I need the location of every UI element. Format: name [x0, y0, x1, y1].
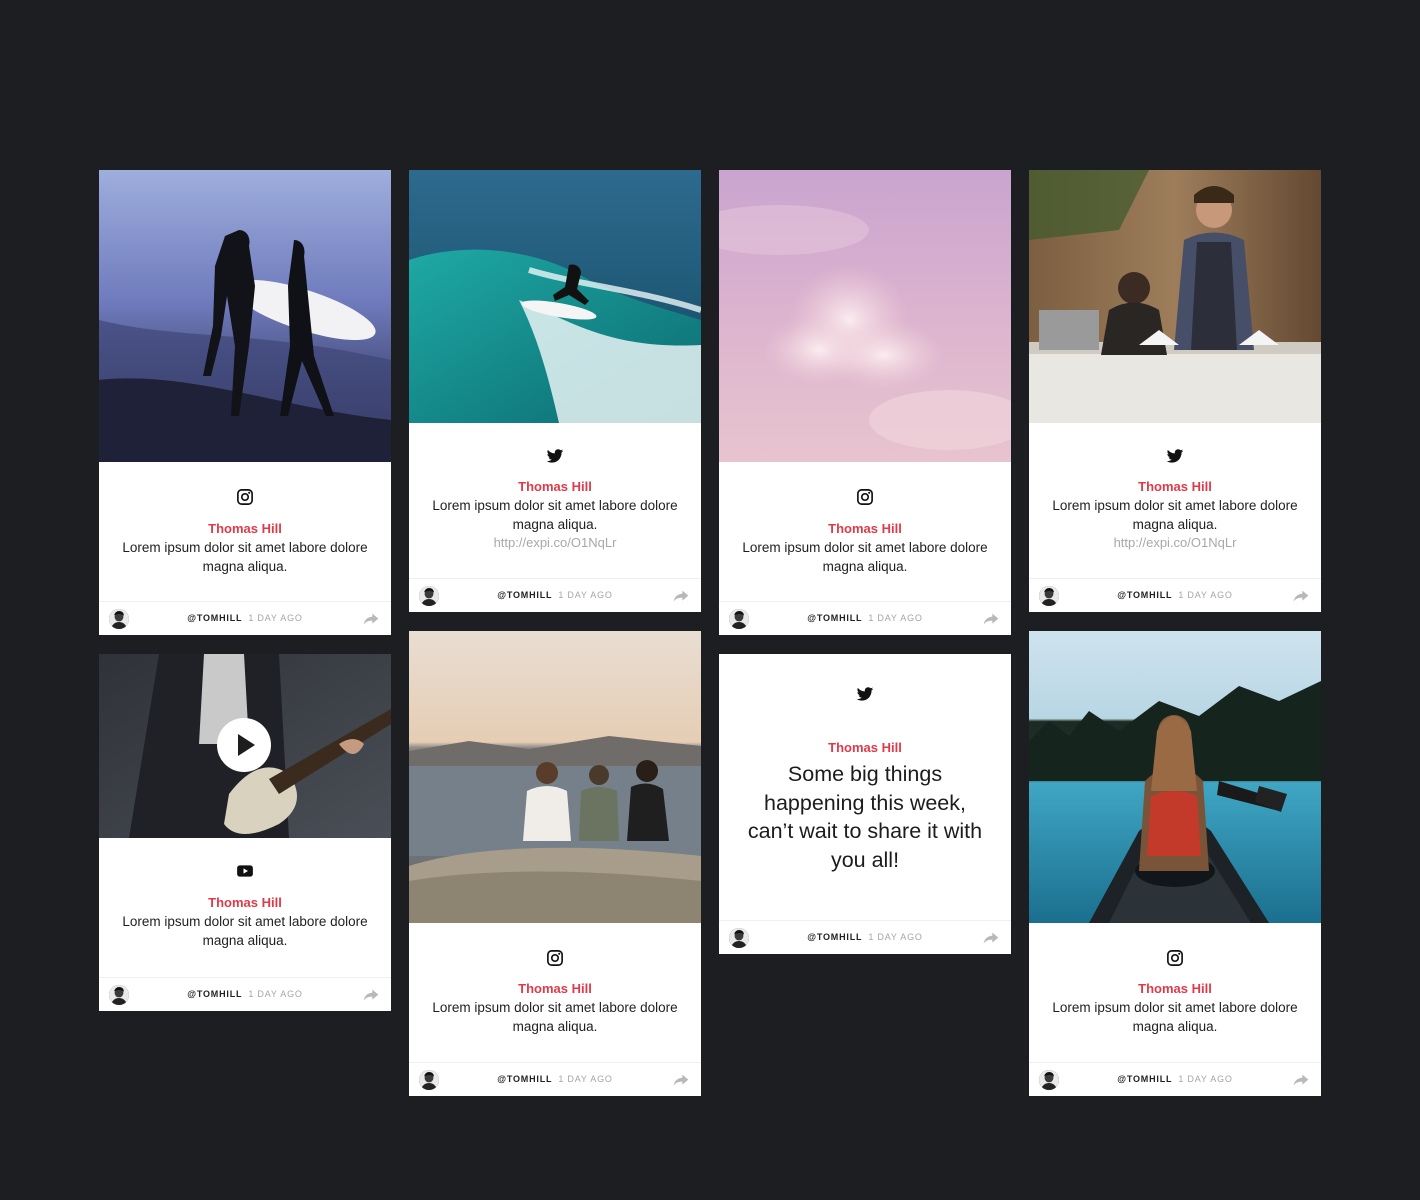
- post-meta: @TOMHILL 1 DAY AGO: [99, 613, 391, 623]
- card-image[interactable]: [1029, 631, 1321, 923]
- user-handle[interactable]: @TOMHILL: [187, 613, 242, 623]
- card-body: Thomas Hill Lorem ipsum dolor sit amet l…: [409, 923, 701, 1062]
- author-name[interactable]: Thomas Hill: [1029, 981, 1321, 996]
- author-name[interactable]: Thomas Hill: [409, 981, 701, 996]
- post-link[interactable]: http://expi.co/O1NqLr: [1029, 535, 1321, 550]
- twitter-icon[interactable]: [546, 447, 564, 465]
- user-handle[interactable]: @TOMHILL: [497, 1074, 552, 1084]
- card-body: Thomas Hill Lorem ipsum dolor sit amet l…: [409, 423, 701, 578]
- user-handle[interactable]: @TOMHILL: [807, 613, 862, 623]
- instagram-icon[interactable]: [546, 949, 564, 967]
- play-button[interactable]: [217, 718, 271, 772]
- share-icon[interactable]: [983, 612, 999, 626]
- feed-card[interactable]: Thomas Hill Lorem ipsum dolor sit amet l…: [409, 631, 701, 1096]
- post-time: 1 DAY AGO: [558, 1074, 613, 1084]
- author-name[interactable]: Thomas Hill: [1029, 479, 1321, 494]
- card-footer: @TOMHILL 1 DAY AGO: [719, 601, 1011, 635]
- card-image[interactable]: [409, 170, 701, 423]
- card-body: Thomas Hill Lorem ipsum dolor sit amet l…: [1029, 423, 1321, 578]
- card-footer: @TOMHILL 1 DAY AGO: [1029, 578, 1321, 612]
- post-text: Lorem ipsum dolor sit amet labore dolore…: [122, 540, 368, 574]
- feed-card[interactable]: Thomas Hill Lorem ipsum dolor sit amet l…: [1029, 170, 1321, 612]
- user-handle[interactable]: @TOMHILL: [1117, 1074, 1172, 1084]
- user-handle[interactable]: @TOMHILL: [187, 989, 242, 999]
- share-icon[interactable]: [673, 1073, 689, 1087]
- instagram-icon[interactable]: [1166, 949, 1184, 967]
- post-time: 1 DAY AGO: [868, 932, 923, 942]
- share-icon[interactable]: [1293, 1073, 1309, 1087]
- author-name[interactable]: Thomas Hill: [719, 521, 1011, 536]
- post-meta: @TOMHILL 1 DAY AGO: [409, 590, 701, 600]
- post-time: 1 DAY AGO: [1178, 590, 1233, 600]
- video-thumbnail[interactable]: [99, 654, 391, 838]
- feed-card[interactable]: Thomas Hill Some big things happening th…: [719, 654, 1011, 954]
- author-name[interactable]: Thomas Hill: [719, 740, 1011, 755]
- card-footer: @TOMHILL 1 DAY AGO: [409, 578, 701, 612]
- youtube-icon[interactable]: [236, 862, 254, 880]
- user-handle[interactable]: @TOMHILL: [1117, 590, 1172, 600]
- share-icon[interactable]: [363, 612, 379, 626]
- feed-card[interactable]: Thomas Hill Lorem ipsum dolor sit amet l…: [409, 170, 701, 612]
- card-body: Thomas Hill Lorem ipsum dolor sit amet l…: [99, 838, 391, 977]
- post-text: Lorem ipsum dolor sit amet labore dolore…: [1052, 498, 1298, 532]
- user-handle[interactable]: @TOMHILL: [497, 590, 552, 600]
- post-meta: @TOMHILL 1 DAY AGO: [409, 1074, 701, 1084]
- card-image[interactable]: [99, 170, 391, 462]
- post-link[interactable]: http://expi.co/O1NqLr: [409, 535, 701, 550]
- post-text: Lorem ipsum dolor sit amet labore dolore…: [122, 914, 368, 948]
- post-meta: @TOMHILL 1 DAY AGO: [719, 932, 1011, 942]
- instagram-icon[interactable]: [856, 488, 874, 506]
- card-image[interactable]: [409, 631, 701, 923]
- feed-card[interactable]: Thomas Hill Lorem ipsum dolor sit amet l…: [99, 654, 391, 1011]
- author-name[interactable]: Thomas Hill: [99, 895, 391, 910]
- card-image[interactable]: [719, 170, 1011, 462]
- card-footer: @TOMHILL 1 DAY AGO: [99, 977, 391, 1011]
- post-text: Lorem ipsum dolor sit amet labore dolore…: [1052, 1000, 1298, 1034]
- post-time: 1 DAY AGO: [868, 613, 923, 623]
- share-icon[interactable]: [363, 988, 379, 1002]
- feed-card[interactable]: Thomas Hill Lorem ipsum dolor sit amet l…: [99, 170, 391, 635]
- card-footer: @TOMHILL 1 DAY AGO: [1029, 1062, 1321, 1096]
- post-time: 1 DAY AGO: [1178, 1074, 1233, 1084]
- instagram-icon[interactable]: [236, 488, 254, 506]
- card-image[interactable]: [1029, 170, 1321, 423]
- card-body: Thomas Hill Lorem ipsum dolor sit amet l…: [719, 462, 1011, 601]
- card-footer: @TOMHILL 1 DAY AGO: [719, 920, 1011, 954]
- author-name[interactable]: Thomas Hill: [409, 479, 701, 494]
- share-icon[interactable]: [673, 589, 689, 603]
- post-text: Lorem ipsum dolor sit amet labore dolore…: [432, 1000, 678, 1034]
- card-footer: @TOMHILL 1 DAY AGO: [409, 1062, 701, 1096]
- feed-card[interactable]: Thomas Hill Lorem ipsum dolor sit amet l…: [719, 170, 1011, 635]
- post-time: 1 DAY AGO: [248, 613, 303, 623]
- user-handle[interactable]: @TOMHILL: [807, 932, 862, 942]
- feed-card[interactable]: Thomas Hill Lorem ipsum dolor sit amet l…: [1029, 631, 1321, 1096]
- post-meta: @TOMHILL 1 DAY AGO: [99, 989, 391, 999]
- post-time: 1 DAY AGO: [248, 989, 303, 999]
- post-meta: @TOMHILL 1 DAY AGO: [1029, 1074, 1321, 1084]
- author-name[interactable]: Thomas Hill: [99, 521, 391, 536]
- social-feed-grid: Thomas Hill Lorem ipsum dolor sit amet l…: [0, 0, 1420, 1200]
- card-body: Thomas Hill Lorem ipsum dolor sit amet l…: [99, 462, 391, 601]
- card-body: Thomas Hill Some big things happening th…: [719, 654, 1011, 920]
- post-time: 1 DAY AGO: [558, 590, 613, 600]
- post-text: Some big things happening this week, can…: [747, 762, 983, 872]
- card-body: Thomas Hill Lorem ipsum dolor sit amet l…: [1029, 923, 1321, 1062]
- post-text: Lorem ipsum dolor sit amet labore dolore…: [432, 498, 678, 532]
- post-meta: @TOMHILL 1 DAY AGO: [1029, 590, 1321, 600]
- post-meta: @TOMHILL 1 DAY AGO: [719, 613, 1011, 623]
- card-footer: @TOMHILL 1 DAY AGO: [99, 601, 391, 635]
- twitter-icon[interactable]: [1166, 447, 1184, 465]
- post-text: Lorem ipsum dolor sit amet labore dolore…: [742, 540, 988, 574]
- share-icon[interactable]: [1293, 589, 1309, 603]
- share-icon[interactable]: [983, 931, 999, 945]
- twitter-icon[interactable]: [856, 685, 874, 703]
